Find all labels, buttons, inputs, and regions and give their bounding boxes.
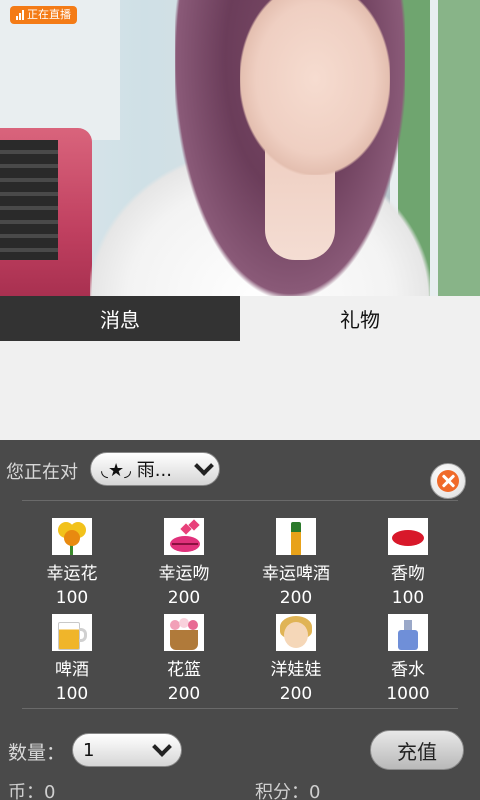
quantity-label: 数量： <box>8 742 66 764</box>
tab-gifts-label: 礼物 <box>340 308 380 332</box>
gift-item[interactable]: 幸运吻 200 <box>128 518 240 608</box>
streamer-face <box>240 0 390 175</box>
gift-item[interactable]: 香吻 100 <box>352 518 464 608</box>
beer-bottle-icon <box>276 518 316 555</box>
live-status-badge: 正在直播 <box>10 6 77 24</box>
gift-target-label: 您正在对 <box>6 462 78 483</box>
gift-item[interactable]: 幸运花 100 <box>16 518 128 608</box>
tab-messages[interactable]: 消息 <box>0 296 240 341</box>
gift-item[interactable]: 香水 1000 <box>352 614 464 704</box>
tab-gifts[interactable]: 礼物 <box>240 296 480 341</box>
gift-name: 幸运花 <box>46 564 98 584</box>
perfume-icon <box>388 614 428 651</box>
quantity-dropdown[interactable]: 1 <box>72 733 182 767</box>
gift-price: 200 <box>167 588 201 608</box>
gift-price: 1000 <box>386 684 430 704</box>
gift-name: 香水 <box>391 660 425 680</box>
panel-divider-top <box>22 500 458 501</box>
flower-basket-icon <box>164 614 204 651</box>
beer-mug-icon <box>52 614 92 651</box>
gift-price: 200 <box>279 588 313 608</box>
quantity-row: 数量： 1 充值 <box>0 730 480 770</box>
gift-name: 幸运啤酒 <box>262 564 330 584</box>
tab-bar: 消息 礼物 <box>0 296 480 341</box>
live-badge-label: 正在直播 <box>27 8 71 21</box>
gift-name: 洋娃娃 <box>270 660 322 680</box>
chevron-down-icon <box>194 456 214 476</box>
gift-name: 香吻 <box>391 564 425 584</box>
message-area <box>0 341 480 440</box>
panel-divider-bottom <box>22 708 458 709</box>
gift-price: 100 <box>391 588 425 608</box>
chevron-down-icon <box>152 737 172 757</box>
gift-panel: 您正在对 ◟★◞ 雨... 幸运花 100 幸运吻 200 幸运啤酒 200 香… <box>0 440 480 800</box>
gift-name: 啤酒 <box>55 660 89 680</box>
close-icon <box>437 470 459 492</box>
gift-item[interactable]: 啤酒 100 <box>16 614 128 704</box>
gift-price: 100 <box>55 588 89 608</box>
coin-balance: 币：0 <box>8 782 56 800</box>
live-video-stream[interactable]: 正在直播 <box>0 0 480 296</box>
gift-grid: 幸运花 100 幸运吻 200 幸运啤酒 200 香吻 100 啤酒 100 花… <box>16 518 464 704</box>
gift-item[interactable]: 花篮 200 <box>128 614 240 704</box>
gift-price: 200 <box>167 684 201 704</box>
gift-target-value: ◟★◞ 雨... <box>101 460 172 481</box>
flower-icon <box>52 518 92 555</box>
gift-item[interactable]: 幸运啤酒 200 <box>240 518 352 608</box>
video-background-grille <box>0 140 58 260</box>
doll-icon <box>276 614 316 651</box>
gift-price: 200 <box>279 684 313 704</box>
signal-bars-icon <box>16 10 24 20</box>
gift-target-row: 您正在对 ◟★◞ 雨... <box>0 450 480 499</box>
recharge-button[interactable]: 充值 <box>370 730 464 770</box>
gift-item[interactable]: 洋娃娃 200 <box>240 614 352 704</box>
recharge-label: 充值 <box>397 739 437 764</box>
gift-target-dropdown[interactable]: ◟★◞ 雨... <box>90 452 220 486</box>
lips-icon <box>164 518 204 555</box>
gift-price: 100 <box>55 684 89 704</box>
balance-row: 币：0 积分：0 <box>0 776 480 800</box>
quantity-value: 1 <box>83 739 95 761</box>
kiss-icon <box>388 518 428 555</box>
gift-name: 幸运吻 <box>158 564 210 584</box>
tab-messages-label: 消息 <box>100 308 140 332</box>
gift-name: 花篮 <box>167 660 201 680</box>
points-balance: 积分：0 <box>255 782 321 800</box>
close-button[interactable] <box>430 463 466 499</box>
